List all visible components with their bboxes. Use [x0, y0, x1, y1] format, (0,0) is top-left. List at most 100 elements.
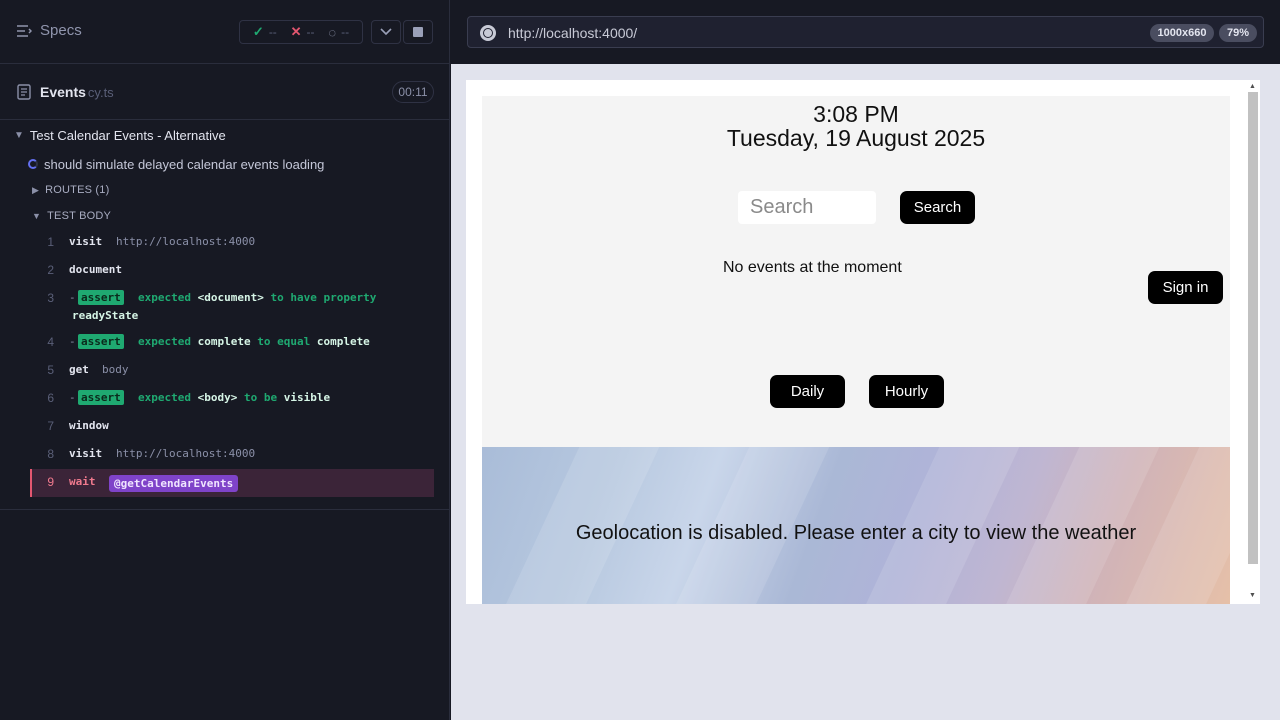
no-events-message: No events at the moment [723, 259, 902, 276]
command-number: 6 [47, 391, 54, 405]
passed-stat: ✓ -- [253, 24, 277, 40]
test-body-section[interactable]: ▼ TEST BODY [0, 206, 111, 226]
assert-message: expected <body> to be visible [138, 391, 330, 404]
command-row[interactable]: 3 - assert expected <document> to have p… [30, 290, 434, 325]
check-icon: ✓ [252, 24, 264, 39]
url-text: http://localhost:4000/ [508, 25, 638, 41]
assert-word: to be [243, 391, 278, 404]
assert-word: to have property [270, 291, 377, 304]
suite-title: Test Calendar Events - Alternative [29, 127, 226, 143]
search-input[interactable] [738, 191, 876, 224]
reporter-header: Specs ✓ -- ✕ -- ◌ -- [0, 0, 450, 64]
routes-label: ROUTES (1) [45, 184, 110, 196]
command-message: body [102, 363, 129, 376]
running-spinner-icon [28, 159, 38, 169]
chevron-down-icon: ▼ [32, 211, 42, 221]
assert-word: expected [138, 335, 191, 348]
spec-file-ext: cy.ts [87, 85, 114, 100]
active-command-row[interactable]: 9 wait @getCalendarEvents [30, 469, 434, 497]
command-name: visit [69, 235, 103, 248]
command-number: 2 [47, 263, 54, 277]
specs-label: Specs [40, 22, 82, 39]
cypress-runner: Specs ✓ -- ✕ -- ◌ -- Events cy.ts 00:11 … [0, 0, 1280, 720]
aut-header: http://localhost:4000/ 1000x660 79% [451, 0, 1280, 64]
command-name: get [69, 363, 89, 376]
chevron-down-icon [380, 28, 392, 36]
command-dash: - [69, 291, 76, 304]
command-dash: - [69, 391, 76, 404]
assert-message: expected complete to equal complete [138, 335, 370, 348]
chevron-down-icon: ▼ [14, 129, 24, 141]
file-icon [17, 84, 31, 100]
spec-file-basename: Events [40, 84, 86, 100]
sign-in-button[interactable]: Sign in [1148, 271, 1223, 304]
command-row[interactable]: 1 visit http://localhost:4000 [30, 235, 434, 251]
command-row[interactable]: 7 window [30, 419, 434, 435]
command-row[interactable]: 2 document [30, 263, 434, 279]
assert-badge: assert [78, 290, 124, 305]
stop-button[interactable] [403, 20, 433, 44]
scroll-up-arrow-icon[interactable]: ▲ [1249, 83, 1256, 90]
assert-expected: visible [283, 391, 331, 404]
command-number: 4 [47, 335, 54, 349]
spec-file-name: Events cy.ts [40, 84, 114, 100]
assert-actual: complete [197, 335, 251, 348]
test-title: should simulate delayed calendar events … [44, 156, 325, 172]
test-row[interactable]: should simulate delayed calendar events … [0, 153, 450, 175]
command-name: wait [69, 475, 96, 488]
page-scrollbar[interactable]: ▲ ▼ [1247, 80, 1260, 604]
command-row[interactable]: 8 visit http://localhost:4000 [30, 447, 434, 463]
test-body-label: TEST BODY [47, 210, 112, 222]
routes-section[interactable]: ▶ ROUTES (1) [0, 180, 109, 200]
viewport-size-badge[interactable]: 1000x660 [1150, 24, 1214, 42]
options-dropdown-button[interactable] [371, 20, 401, 44]
command-number: 5 [47, 363, 54, 377]
command-row[interactable]: 5 get body [30, 363, 434, 379]
weather-message: Geolocation is disabled. Please enter a … [575, 522, 1137, 544]
current-time: 3:08 PM [813, 101, 899, 127]
current-date: Tuesday, 19 August 2025 [726, 125, 986, 151]
command-message: http://localhost:4000 [116, 235, 256, 248]
command-name: window [69, 419, 109, 432]
specs-list-icon [16, 24, 32, 38]
assert-badge: assert [78, 334, 124, 349]
scroll-down-arrow-icon[interactable]: ▼ [1249, 592, 1256, 599]
command-number: 3 [47, 291, 54, 305]
command-number: 8 [47, 447, 54, 461]
assert-subject: <document> [197, 291, 264, 304]
globe-icon [480, 25, 496, 41]
assert-word: to equal [257, 335, 311, 348]
command-number: 9 [47, 475, 54, 489]
command-dash: - [69, 335, 76, 348]
command-row[interactable]: 4 - assert expected complete to equal co… [30, 334, 434, 351]
app-iframe: 3:08 PM Tuesday, 19 August 2025 Search N… [466, 80, 1260, 604]
reporter-panel: Specs ✓ -- ✕ -- ◌ -- Events cy.ts 00:11 … [0, 0, 450, 720]
url-bar[interactable]: http://localhost:4000/ 1000x660 79% [467, 16, 1264, 48]
alias-badge: @getCalendarEvents [109, 475, 239, 492]
scrollbar-thumb[interactable] [1248, 92, 1258, 564]
daily-button[interactable]: Daily [770, 375, 845, 408]
hourly-button[interactable]: Hourly [869, 375, 944, 408]
aut-panel: http://localhost:4000/ 1000x660 79% 3:08… [451, 0, 1280, 720]
run-duration: 00:11 [392, 81, 434, 103]
stop-icon [413, 27, 423, 37]
assert-value: readyState [72, 309, 139, 322]
chevron-right-icon: ▶ [32, 184, 40, 195]
assert-badge: assert [78, 390, 124, 405]
search-button[interactable]: Search [900, 191, 975, 224]
test-stats: ✓ -- ✕ -- ◌ -- [239, 20, 363, 44]
assert-word: expected [138, 291, 191, 304]
assert-message-line2: readyState [72, 309, 138, 322]
suite-row[interactable]: ▼ Test Calendar Events - Alternative [0, 124, 450, 146]
weather-banner: Geolocation is disabled. Please enter a … [482, 447, 1230, 604]
command-number: 7 [47, 419, 54, 433]
command-row[interactable]: 6 - assert expected <body> to be visible [30, 390, 434, 407]
failed-count: -- [306, 25, 315, 39]
specs-toggle-button[interactable]: Specs [16, 22, 82, 39]
app-page: 3:08 PM Tuesday, 19 August 2025 Search N… [482, 96, 1230, 604]
pending-stat: ◌ -- [328, 25, 349, 40]
assert-word: expected [138, 391, 191, 404]
assert-expected: complete [316, 335, 370, 348]
zoom-badge[interactable]: 79% [1219, 24, 1257, 42]
divider [0, 509, 450, 510]
